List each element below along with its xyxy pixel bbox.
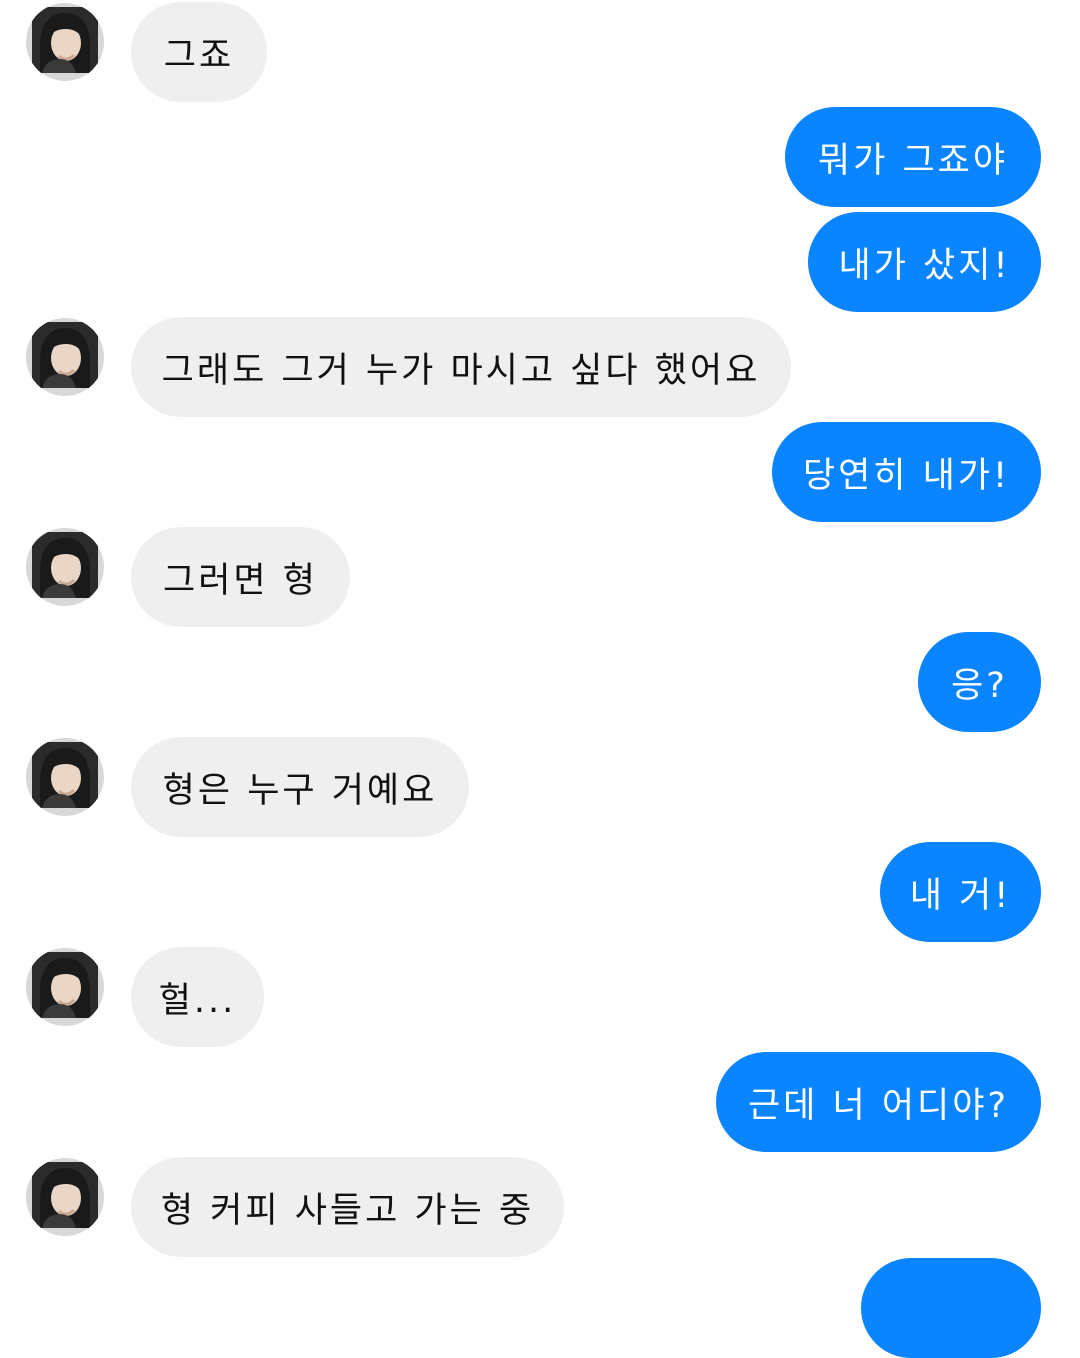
message-text: 내 거! xyxy=(909,875,1012,916)
chat-thread[interactable]: 그죠 뭐가 그죠야 내가 샀지! 그래도 그거 누가 마시고 싶다 했어요 당연… xyxy=(0,0,1080,1358)
contact-avatar[interactable] xyxy=(26,948,104,1026)
message-text: 뭐가 그죠야 xyxy=(817,140,1009,181)
message-bubble-incoming[interactable]: 그죠 xyxy=(131,2,267,102)
contact-avatar[interactable] xyxy=(26,1158,104,1236)
contact-avatar[interactable] xyxy=(26,528,104,606)
message-text: 그래도 그거 누가 마시고 싶다 했어요 xyxy=(161,350,761,391)
message-text: 내가 샀지! xyxy=(838,245,1011,286)
message-bubble-outgoing[interactable]: 근데 너 어디야? xyxy=(716,1052,1041,1152)
message-bubble-incoming[interactable]: 그래도 그거 누가 마시고 싶다 했어요 xyxy=(131,317,791,417)
message-bubble-outgoing[interactable]: 응? xyxy=(918,632,1041,732)
message-bubble-outgoing[interactable]: 뭐가 그죠야 xyxy=(785,107,1041,207)
message-text: 형 커피 사들고 가는 중 xyxy=(160,1190,535,1231)
message-bubble-incoming[interactable]: 헐... xyxy=(131,947,264,1047)
contact-avatar[interactable] xyxy=(26,318,104,396)
message-bubble-incoming[interactable]: 형은 누구 거예요 xyxy=(131,737,469,837)
message-bubble-outgoing[interactable]: 당연히 내가! xyxy=(772,422,1041,522)
message-bubble-incoming[interactable]: 형 커피 사들고 가는 중 xyxy=(131,1157,564,1257)
message-text: 그러면 형 xyxy=(163,560,318,601)
message-bubble-incoming[interactable]: 그러면 형 xyxy=(131,527,350,627)
message-bubble-outgoing[interactable]: 내 거! xyxy=(880,842,1041,942)
message-text: 당연히 내가! xyxy=(802,455,1011,496)
message-text: 그죠 xyxy=(163,35,235,76)
message-text: 형은 누구 거예요 xyxy=(162,770,438,811)
contact-avatar[interactable] xyxy=(26,3,104,81)
message-text: 응? xyxy=(951,665,1008,706)
contact-avatar[interactable] xyxy=(26,738,104,816)
message-bubble-outgoing-partial[interactable] xyxy=(861,1258,1041,1358)
message-bubble-outgoing[interactable]: 내가 샀지! xyxy=(808,212,1041,312)
message-text: 근데 너 어디야? xyxy=(747,1085,1010,1126)
message-text: 헐... xyxy=(158,980,237,1021)
